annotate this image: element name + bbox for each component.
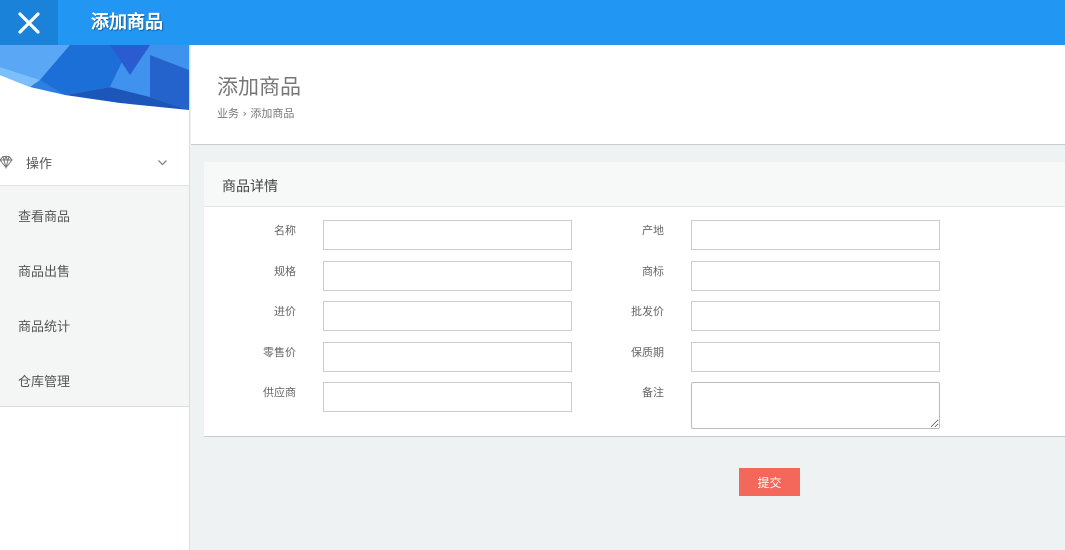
- supplier-label: 供应商: [263, 386, 296, 399]
- remarks-textarea[interactable]: [691, 382, 940, 429]
- sidebar-item-product-statistics[interactable]: 商品统计: [0, 296, 189, 351]
- menu-group-label: 操作: [26, 157, 53, 172]
- origin-input[interactable]: [691, 220, 940, 250]
- diamond-icon: [0, 155, 13, 170]
- retail-price-input[interactable]: [323, 342, 572, 372]
- shelf-life-input[interactable]: [691, 342, 940, 372]
- breadcrumb: 业务 › 添加商品: [217, 105, 294, 121]
- close-icon: [18, 11, 40, 34]
- sidebar: 操作 查看商品 商品出售 商品统计 仓库管理: [0, 45, 190, 550]
- polygon-banner-image: [0, 45, 189, 110]
- product-details-panel: 商品详情 名称 规格 进价 零售价 供应商 产地 商标 批发价 保质期 备注: [204, 162, 1065, 437]
- wholesale-price-input[interactable]: [691, 301, 940, 331]
- chevron-down-icon: [158, 160, 167, 166]
- remarks-label: 备注: [642, 386, 664, 399]
- breadcrumb-separator: ›: [242, 107, 247, 120]
- origin-label: 产地: [642, 224, 664, 237]
- submit-button[interactable]: 提交: [739, 468, 800, 496]
- sidebar-banner: [0, 45, 189, 110]
- app-title: 添加商品: [91, 12, 163, 33]
- sidebar-item-warehouse-management[interactable]: 仓库管理: [0, 351, 189, 406]
- breadcrumb-current: 添加商品: [250, 107, 295, 120]
- supplier-input[interactable]: [323, 382, 572, 412]
- spec-input[interactable]: [323, 261, 572, 291]
- sidebar-item-label: 查看商品: [18, 210, 71, 225]
- panel-header: 商品详情: [204, 162, 1065, 207]
- breadcrumb-root[interactable]: 业务: [217, 107, 239, 120]
- spec-label: 规格: [274, 265, 296, 278]
- name-label: 名称: [274, 224, 296, 237]
- wholesale-price-label: 批发价: [631, 305, 664, 318]
- name-input[interactable]: [323, 220, 572, 250]
- trademark-label: 商标: [642, 265, 664, 278]
- panel-title: 商品详情: [222, 179, 278, 195]
- sidebar-item-label: 商品统计: [18, 320, 71, 335]
- retail-price-label: 零售价: [263, 346, 296, 359]
- shelf-life-label: 保质期: [631, 346, 664, 359]
- trademark-input[interactable]: [691, 261, 940, 291]
- sidebar-item-label: 仓库管理: [18, 375, 71, 390]
- page-title: 添加商品: [217, 75, 301, 99]
- page-header: 添加商品 业务 › 添加商品: [191, 45, 1065, 145]
- sidebar-item-view-products[interactable]: 查看商品: [0, 186, 189, 241]
- sidebar-item-label: 商品出售: [18, 265, 71, 280]
- close-button[interactable]: [0, 0, 58, 45]
- menu-group-operations[interactable]: 操作: [0, 140, 189, 186]
- top-bar: 添加商品: [0, 0, 1065, 45]
- purchase-price-label: 进价: [274, 305, 296, 318]
- sidebar-item-product-sales[interactable]: 商品出售: [0, 241, 189, 296]
- submenu: 查看商品 商品出售 商品统计 仓库管理: [0, 186, 189, 407]
- purchase-price-input[interactable]: [323, 301, 572, 331]
